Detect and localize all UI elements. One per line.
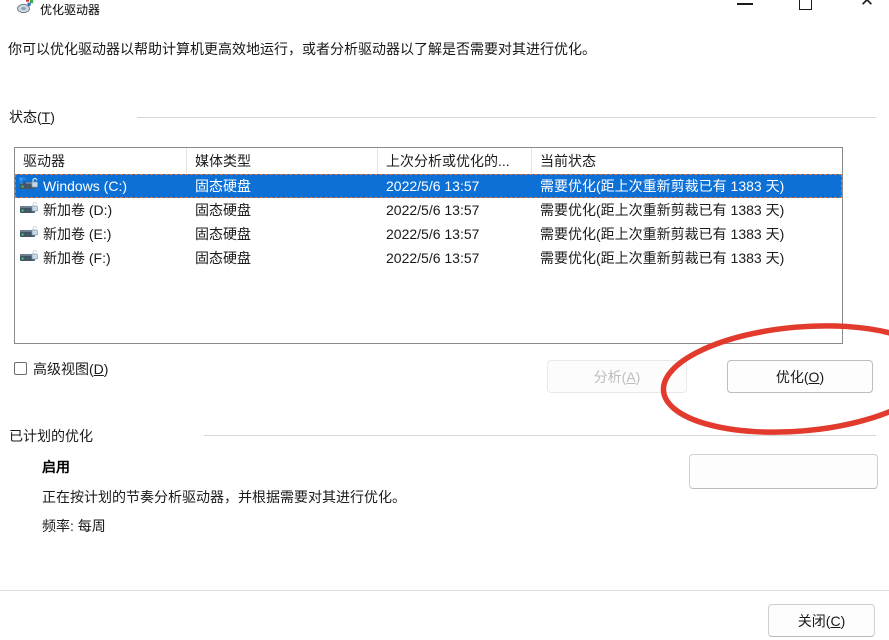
table-row-drive-e[interactable]: 新加卷 (E:) 固态硬盘 2022/5/6 13:57 需要优化(距上次重新剪… xyxy=(15,222,842,246)
drive-name: 新加卷 (E:) xyxy=(43,222,111,246)
drive-status: 需要优化(距上次重新剪裁已有 1383 天) xyxy=(532,198,842,222)
optimize-button[interactable]: 优化(O) xyxy=(727,360,873,393)
column-header-status[interactable]: 当前状态 xyxy=(532,148,842,174)
drive-icon xyxy=(19,222,39,246)
column-header-last[interactable]: 上次分析或优化的... xyxy=(378,148,532,174)
drive-status: 需要优化(距上次重新剪裁已有 1383 天) xyxy=(532,246,842,270)
table-row-drive-f[interactable]: 新加卷 (F:) 固态硬盘 2022/5/6 13:57 需要优化(距上次重新剪… xyxy=(15,246,842,270)
drives-table-header: 驱动器 媒体类型 上次分析或优化的... 当前状态 xyxy=(15,148,842,174)
drive-name: 新加卷 (D:) xyxy=(43,198,112,222)
status-group-divider xyxy=(137,117,876,118)
advanced-view-label[interactable]: 高级视图(D) xyxy=(33,359,108,379)
scheduled-state: 启用 xyxy=(42,457,70,477)
scheduled-description: 正在按计划的节奏分析驱动器，并根据需要对其进行优化。 xyxy=(42,487,406,507)
media-type: 固态硬盘 xyxy=(187,246,378,270)
advanced-view-checkbox[interactable] xyxy=(14,362,27,375)
drive-status: 需要优化(距上次重新剪裁已有 1383 天) xyxy=(532,174,842,198)
minimize-icon[interactable] xyxy=(737,3,753,5)
window-titlebar: 优化驱动器 ✕ xyxy=(0,0,889,26)
close-dialog-button[interactable]: 关闭(C) xyxy=(768,604,875,637)
defrag-app-icon xyxy=(17,0,34,19)
last-run: 2022/5/6 13:57 xyxy=(378,198,532,222)
drive-status: 需要优化(距上次重新剪裁已有 1383 天) xyxy=(532,222,842,246)
analyze-button[interactable]: 分析(A) xyxy=(547,360,687,393)
drives-table: 驱动器 媒体类型 上次分析或优化的... 当前状态 Windows (C:) xyxy=(14,147,843,344)
media-type: 固态硬盘 xyxy=(187,198,378,222)
last-run: 2022/5/6 13:57 xyxy=(378,222,532,246)
window-close-icon[interactable]: ✕ xyxy=(857,0,877,10)
status-group-label: 状态(T) xyxy=(9,107,55,127)
maximize-icon[interactable] xyxy=(799,0,812,10)
drive-icon xyxy=(19,198,39,222)
scheduled-group-label: 已计划的优化 xyxy=(9,426,93,446)
column-header-drive[interactable]: 驱动器 xyxy=(15,148,187,174)
scheduled-frequency: 频率: 每周 xyxy=(42,516,106,536)
scheduled-group-divider xyxy=(204,435,876,436)
drive-name: Windows (C:) xyxy=(43,174,127,198)
change-settings-button[interactable] xyxy=(689,454,878,489)
footer-divider xyxy=(0,590,889,591)
drive-name: 新加卷 (F:) xyxy=(43,246,111,270)
last-run: 2022/5/6 13:57 xyxy=(378,174,532,198)
media-type: 固态硬盘 xyxy=(187,222,378,246)
media-type: 固态硬盘 xyxy=(187,174,378,198)
last-run: 2022/5/6 13:57 xyxy=(378,246,532,270)
table-row-drive-d[interactable]: 新加卷 (D:) 固态硬盘 2022/5/6 13:57 需要优化(距上次重新剪… xyxy=(15,198,842,222)
drive-icon xyxy=(19,246,39,270)
column-header-media[interactable]: 媒体类型 xyxy=(187,148,378,174)
dialog-description: 你可以优化驱动器以帮助计算机更高效地运行，或者分析驱动器以了解是否需要对其进行优… xyxy=(8,39,880,59)
table-row-drive-c[interactable]: Windows (C:) 固态硬盘 2022/5/6 13:57 需要优化(距上… xyxy=(15,174,842,198)
window-title: 优化驱动器 xyxy=(40,1,100,18)
windows-drive-icon xyxy=(19,174,39,198)
